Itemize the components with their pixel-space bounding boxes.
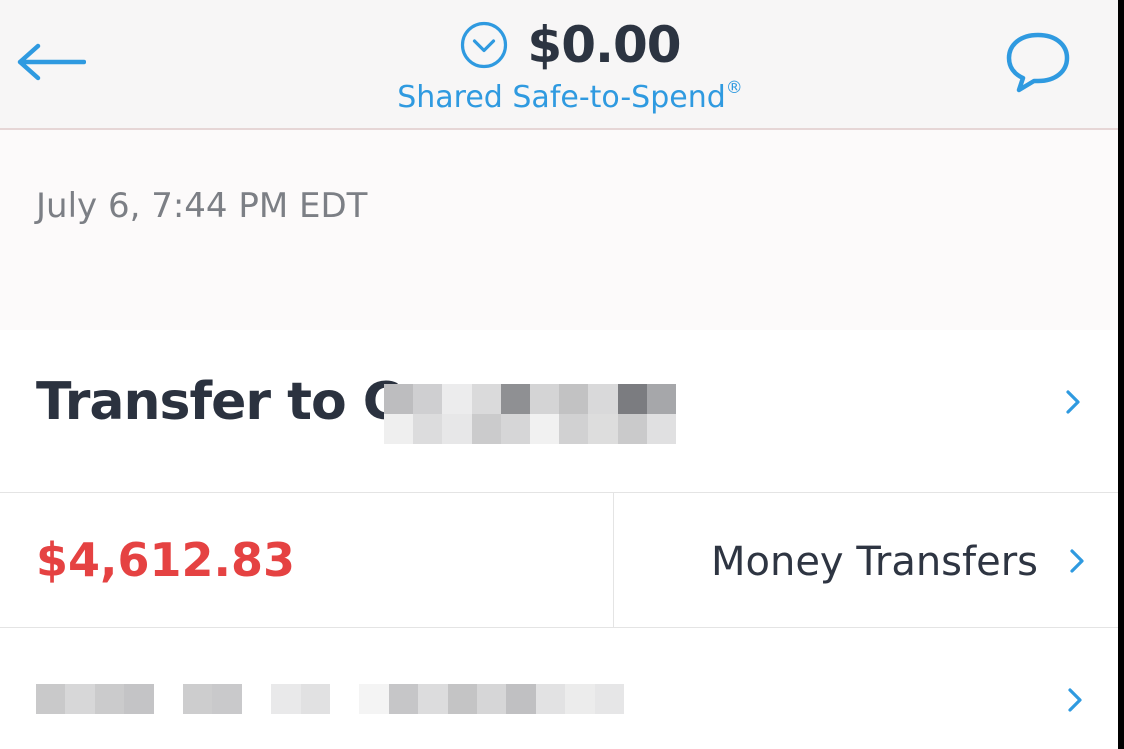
transaction-amount: $4,612.83 xyxy=(36,533,295,587)
arrow-left-icon xyxy=(17,43,86,81)
chevron-right-icon xyxy=(1060,680,1090,720)
transaction-date: July 6, 7:44 PM EDT xyxy=(36,186,368,226)
balance-subtitle: Shared Safe-to-Spend® xyxy=(300,80,840,113)
chevron-right-icon xyxy=(1062,541,1092,581)
date-section: July 6, 7:44 PM EDT xyxy=(0,130,1118,330)
chat-bubble-icon xyxy=(1006,32,1070,93)
safe-to-spend-selector[interactable]: $0.00 Shared Safe-to-Spend® xyxy=(300,8,840,120)
registered-mark: ® xyxy=(725,78,743,98)
chevron-right-icon xyxy=(1058,382,1088,422)
redacted-text-blur xyxy=(36,684,624,714)
category-button[interactable]: Money Transfers xyxy=(614,493,1118,627)
top-nav-bar: $0.00 Shared Safe-to-Spend® xyxy=(0,0,1118,130)
transfer-title: Transfer to C xyxy=(36,372,401,432)
subtitle-text: Shared Safe-to-Spend xyxy=(397,80,726,115)
screen-edge xyxy=(1118,0,1124,749)
back-button[interactable] xyxy=(8,30,92,94)
redacted-name-blur xyxy=(384,384,676,444)
redacted-detail-row[interactable] xyxy=(0,628,1118,749)
chat-button[interactable] xyxy=(996,26,1080,98)
category-label: Money Transfers xyxy=(710,539,1038,585)
balance-amount: $0.00 xyxy=(527,16,681,74)
balance-row: $0.00 xyxy=(300,12,840,78)
chevron-down-circle-icon xyxy=(461,21,508,69)
transaction-detail-screen: $0.00 Shared Safe-to-Spend® July 6, 7:44… xyxy=(0,0,1124,749)
amount-category-row: $4,612.83 Money Transfers xyxy=(0,493,1118,627)
transfer-title-row[interactable]: Transfer to C xyxy=(0,330,1118,492)
